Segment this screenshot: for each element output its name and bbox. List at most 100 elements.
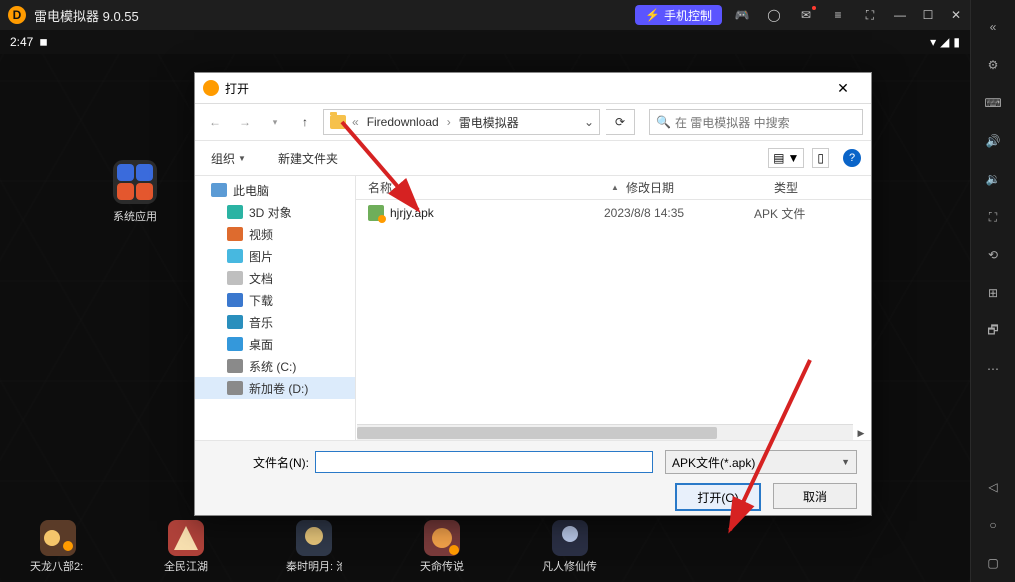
fullscreen2-icon[interactable]: ⛶ <box>971 198 1015 236</box>
minimize-button[interactable]: — <box>886 0 914 30</box>
keyboard-icon[interactable]: ⌨ <box>971 84 1015 122</box>
tree-item[interactable]: 图片 <box>195 245 355 267</box>
more-icon[interactable]: ⋯ <box>971 350 1015 388</box>
chevron-down-icon: ▼ <box>841 457 850 467</box>
recent-nav-icon[interactable]: ▢ <box>971 544 1015 582</box>
chevron-right-icon: › <box>445 115 453 129</box>
tree-item-icon <box>227 271 243 285</box>
signal-icon: ◢ <box>940 35 949 49</box>
filetype-label: APK文件(*.apk) <box>672 454 755 471</box>
new-folder-button[interactable]: 新建文件夹 <box>272 147 344 170</box>
cancel-button[interactable]: 取消 <box>773 483 857 509</box>
dock-item-0[interactable]: 天龙八部2: 飞龙战天 <box>30 520 86 574</box>
back-nav-icon[interactable]: ◁ <box>971 468 1015 506</box>
tree-item-label: 3D 对象 <box>249 204 292 221</box>
filename-input[interactable] <box>315 451 653 473</box>
tree-item-label: 文档 <box>249 270 273 287</box>
volume-down-icon[interactable]: 🔉 <box>971 160 1015 198</box>
android-statusbar: 2:47 ◼ ▾ ◢ ▮ <box>0 30 970 54</box>
nav-up-button[interactable]: ↑ <box>293 110 317 134</box>
dock-item-2[interactable]: 秦时明月: 沧海 (预下载) <box>286 520 342 574</box>
tree-item[interactable]: 视频 <box>195 223 355 245</box>
phone-control-button[interactable]: ⚡ 手机控制 <box>635 5 722 25</box>
nav-forward-button: → <box>233 110 257 134</box>
breadcrumb-seg[interactable]: 雷电模拟器 <box>453 110 525 134</box>
sync-icon[interactable]: 🗗 <box>971 312 1015 350</box>
nav-back-button[interactable]: ← <box>203 110 227 134</box>
file-row[interactable]: hjrjy.apk2023/8/8 14:35APK 文件 <box>356 200 871 226</box>
refresh-button[interactable]: ⟳ <box>606 109 635 135</box>
tree-item[interactable]: 此电脑 <box>195 179 355 201</box>
tree-item[interactable]: 3D 对象 <box>195 201 355 223</box>
file-date: 2023/8/8 14:35 <box>604 206 754 220</box>
folder-icon <box>330 115 346 129</box>
help-button[interactable]: ? <box>843 149 861 167</box>
dock-item-4[interactable]: 凡人修仙传: 人界篇 <box>542 520 598 574</box>
file-list[interactable]: 名称 ▲ 修改日期 类型 hjrjy.apk2023/8/8 14:35APK … <box>356 175 871 441</box>
tree-item-icon <box>227 337 243 351</box>
home-dock: 天龙八部2: 飞龙战天 全民江湖 秦时明月: 沧海 (预下载) 天命传说 凡人修… <box>0 512 970 582</box>
col-date-header[interactable]: 修改日期 <box>620 179 774 196</box>
desktop-icon-system-apps[interactable]: 系统应用 <box>100 160 170 224</box>
search-field[interactable]: 🔍 在 雷电模拟器 中搜索 <box>649 109 863 135</box>
tree-item[interactable]: 文档 <box>195 267 355 289</box>
fullscreen-icon[interactable]: ⛶ <box>856 0 884 30</box>
preview-pane-button[interactable]: ▯ <box>812 148 829 168</box>
horizontal-scrollbar[interactable]: ◀ ▶ <box>357 424 853 441</box>
address-dropdown[interactable]: ⌄ <box>579 115 599 129</box>
tree-item-icon <box>227 359 243 373</box>
volume-up-icon[interactable]: 🔊 <box>971 122 1015 160</box>
tree-item-icon <box>211 183 227 197</box>
close-button[interactable]: ✕ <box>942 0 970 30</box>
notification-icon: ◼ <box>39 37 47 48</box>
address-bar[interactable]: « Firedownload › 雷电模拟器 ⌄ <box>323 109 600 135</box>
dock-label: 天龙八部2: 飞龙战天 <box>30 558 86 574</box>
tree-item-label: 下载 <box>249 292 273 309</box>
dialog-close-button[interactable]: ✕ <box>823 73 863 103</box>
tree-item[interactable]: 新加卷 (D:) <box>195 377 355 399</box>
view-mode-button[interactable]: ▤▼ <box>768 148 804 168</box>
settings-icon[interactable]: ⚙ <box>971 46 1015 84</box>
tree-item[interactable]: 系统 (C:) <box>195 355 355 377</box>
tree-item-icon <box>227 205 243 219</box>
maximize-button[interactable]: ☐ <box>914 0 942 30</box>
multi-instance-icon[interactable]: ⊞ <box>971 274 1015 312</box>
dialog-logo <box>203 80 219 96</box>
filetype-select[interactable]: APK文件(*.apk) ▼ <box>665 450 857 474</box>
dialog-titlebar: 打开 ✕ <box>195 73 871 104</box>
breadcrumb-seg[interactable]: Firedownload <box>361 110 445 134</box>
tree-item-label: 桌面 <box>249 336 273 353</box>
dock-item-3[interactable]: 天命传说 <box>414 520 470 574</box>
tree-item[interactable]: 下载 <box>195 289 355 311</box>
col-type-header[interactable]: 类型 <box>774 179 864 196</box>
mail-icon[interactable]: ✉ <box>792 0 820 30</box>
menu-icon[interactable]: ≡ <box>824 0 852 30</box>
gamepad-icon[interactable]: 🎮 <box>728 0 756 30</box>
refresh-icon[interactable]: ⟲ <box>971 236 1015 274</box>
dock-label: 全民江湖 <box>158 558 214 574</box>
search-placeholder: 在 雷电模拟器 中搜索 <box>675 114 790 131</box>
organize-button[interactable]: 组织▼ <box>205 147 252 170</box>
dock-label: 天命传说 <box>414 558 470 574</box>
user-icon[interactable]: ◯ <box>760 0 788 30</box>
scroll-right-arrow-icon[interactable]: ▶ <box>853 425 869 441</box>
folder-tree[interactable]: 此电脑 3D 对象视频图片文档下载音乐桌面系统 (C:) 新加卷 (D:) <box>195 175 356 441</box>
list-header[interactable]: 名称 ▲ 修改日期 类型 <box>356 175 871 200</box>
tree-item-label: 新加卷 (D:) <box>249 380 308 397</box>
dock-label: 凡人修仙传: 人界篇 <box>542 558 598 574</box>
tree-item[interactable]: 音乐 <box>195 311 355 333</box>
bolt-icon: ⚡ <box>645 8 660 22</box>
tree-item-icon <box>227 315 243 329</box>
tree-item-icon <box>227 249 243 263</box>
home-nav-icon[interactable]: ○ <box>971 506 1015 544</box>
dock-item-1[interactable]: 全民江湖 <box>158 520 214 574</box>
tree-item[interactable]: 桌面 <box>195 333 355 355</box>
open-button[interactable]: 打开(O) <box>675 483 761 511</box>
dialog-title: 打开 <box>225 80 249 97</box>
tree-item-icon <box>227 293 243 307</box>
nav-history-button[interactable]: ▾ <box>263 110 287 134</box>
col-name-header[interactable]: 名称 <box>356 179 610 196</box>
collapse-icon[interactable]: « <box>971 8 1015 46</box>
scrollbar-thumb[interactable] <box>357 427 717 439</box>
tree-item-label: 此电脑 <box>233 182 269 199</box>
